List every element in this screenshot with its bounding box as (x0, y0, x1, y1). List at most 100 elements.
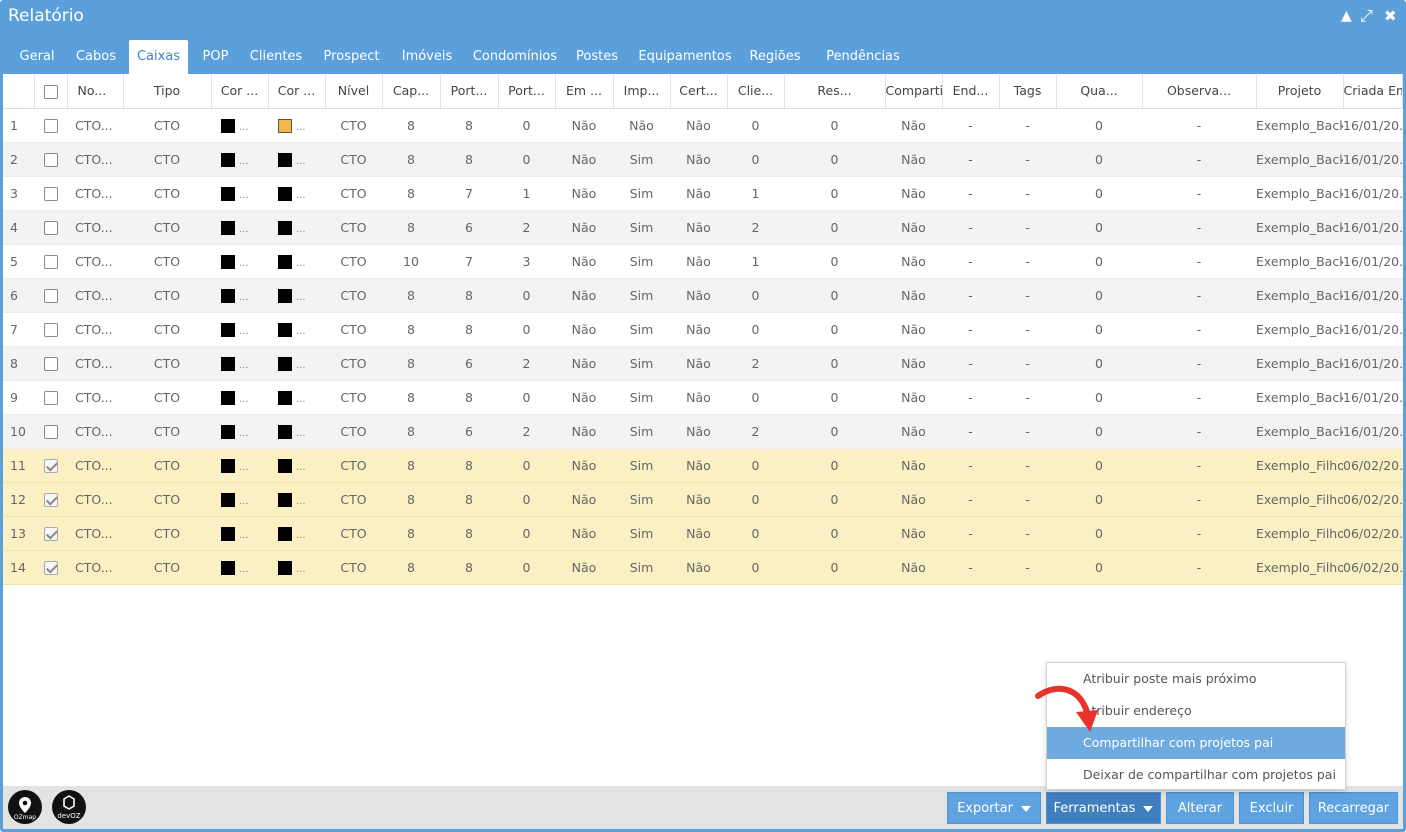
table-row[interactable]: 3 CTO... CTO...... CTO 8 7 1 Não Sim Não 1 0 Não - -0-… (3, 176, 1403, 211)
table-row[interactable]: 6 CTO... CTO...... CTO 8 8 0 Não Sim Não 0 0 Não - -0-… (3, 278, 1403, 313)
table-row[interactable]: 4 CTO... CTO...... CTO 8 6 2 Não Sim Não 2 0 Não - -0-… (3, 210, 1403, 245)
column-header[interactable]: Observa... (1142, 74, 1257, 109)
menu-item[interactable]: Deixar de compartilhar com projetos pai (1047, 759, 1345, 791)
row-select-cell[interactable] (34, 176, 67, 211)
cell-p1: 8 (440, 142, 498, 177)
row-checkbox[interactable] (43, 424, 58, 439)
tab-geral[interactable]: Geral (10, 40, 64, 74)
cell-p2: 0 (498, 278, 555, 313)
row-select-cell[interactable] (34, 516, 67, 551)
row-checkbox[interactable] (43, 288, 58, 303)
tab-imoveis[interactable]: Imóveis (393, 40, 461, 74)
row-select-cell[interactable] (34, 482, 67, 517)
color-name-truncated: ... (296, 427, 306, 439)
header-select-all[interactable] (34, 74, 68, 109)
column-header[interactable]: Cap... (382, 74, 441, 109)
cell-cli: 2 (727, 210, 784, 245)
table-row[interactable]: 1 CTO... CTO...... CTO 8 8 0 Não Não Não 0 0 Não - -0-… (3, 108, 1403, 143)
cell-qua: 0 (1056, 278, 1142, 313)
recarregar-button[interactable]: Recarregar (1309, 792, 1398, 824)
color-name-truncated: ... (296, 155, 306, 167)
table-row[interactable]: 11 CTO... CTO...... CTO 8 8 0 Não Sim Não 0 0 Não - -0… (3, 448, 1403, 483)
table-row[interactable]: 8 CTO... CTO...... CTO 8 6 2 Não Sim Não 2 0 Não - -0-… (3, 346, 1403, 381)
row-checkbox[interactable] (43, 152, 58, 167)
row-checkbox[interactable] (43, 186, 58, 201)
cell-tags: - (999, 210, 1056, 245)
column-header[interactable]: Tags (999, 74, 1057, 109)
tab-pendencias[interactable]: Pendências (816, 40, 910, 74)
exportar-button[interactable]: Exportar (947, 792, 1041, 824)
tab-prospect[interactable]: Prospect (315, 40, 388, 74)
cell-proj: Exemplo_Back... (1256, 380, 1343, 415)
table-row[interactable]: 5 CTO... CTO...... CTO 10 7 3 Não Sim Não 1 0 Não - -0… (3, 244, 1403, 279)
row-select-cell[interactable] (34, 346, 67, 381)
cell-tags: - (999, 550, 1056, 585)
color-name-truncated: ... (239, 563, 249, 575)
table-row[interactable]: 14 CTO... CTO...... CTO 8 8 0 Não Sim Não 0 0 Não - -0… (3, 550, 1403, 585)
ferramentas-button[interactable]: Ferramentas (1046, 792, 1161, 824)
row-checkbox[interactable] (43, 220, 58, 235)
collapse-icon[interactable]: ▲ (1341, 8, 1352, 24)
column-header[interactable]: No... (67, 74, 124, 109)
table-row[interactable]: 10 CTO... CTO...... CTO 8 6 2 Não Sim Não 2 0 Não - -0… (3, 414, 1403, 449)
tab-postes[interactable]: Postes (569, 40, 625, 74)
column-header[interactable]: Port... (498, 74, 556, 109)
row-checkbox[interactable] (43, 322, 58, 337)
row-checkbox[interactable] (43, 492, 58, 507)
column-header[interactable]: Cor ... (211, 74, 269, 109)
cell-qua: 0 (1056, 550, 1142, 585)
row-select-cell[interactable] (34, 550, 67, 585)
column-header[interactable]: Tipo (123, 74, 212, 109)
column-header[interactable]: Cert... (670, 74, 728, 109)
column-header[interactable]: Res... (784, 74, 886, 109)
row-select-cell[interactable] (34, 210, 67, 245)
row-select-cell[interactable] (34, 108, 67, 143)
excluir-button[interactable]: Excluir (1239, 792, 1304, 824)
row-checkbox[interactable] (43, 254, 58, 269)
column-header[interactable]: Nível (325, 74, 383, 109)
tab-equipamentos[interactable]: Equipamentos (632, 40, 738, 74)
tab-pop[interactable]: POP (193, 40, 238, 74)
row-select-cell[interactable] (34, 278, 67, 313)
row-checkbox[interactable] (43, 526, 58, 541)
color-name-truncated: ... (296, 393, 306, 405)
tab-regioes[interactable]: Regiões (745, 40, 805, 74)
tab-clientes[interactable]: Clientes (241, 40, 311, 74)
close-icon[interactable]: ✖ (1384, 8, 1397, 24)
row-select-cell[interactable] (34, 312, 67, 347)
row-select-cell[interactable] (34, 414, 67, 449)
table-row[interactable]: 13 CTO... CTO...... CTO 8 8 0 Não Sim Não 0 0 Não - -0… (3, 516, 1403, 551)
row-select-cell[interactable] (34, 448, 67, 483)
row-select-cell[interactable] (34, 380, 67, 415)
column-header[interactable]: Criada Em (1343, 74, 1403, 109)
row-checkbox[interactable] (43, 560, 58, 575)
alterar-button[interactable]: Alterar (1166, 792, 1234, 824)
row-select-cell[interactable] (34, 244, 67, 279)
column-header[interactable]: Em ... (555, 74, 614, 109)
column-header[interactable]: Compartilh... (885, 74, 943, 109)
table-row[interactable]: 9 CTO... CTO...... CTO 8 8 0 Não Sim Não 0 0 Não - -0-… (3, 380, 1403, 415)
column-header[interactable]: Clie... (727, 74, 785, 109)
cell-tipo: CTO (123, 516, 211, 551)
row-checkbox[interactable] (43, 390, 58, 405)
column-header[interactable]: Port... (440, 74, 499, 109)
column-header[interactable]: Imp... (613, 74, 671, 109)
column-header[interactable]: Projeto (1256, 74, 1344, 109)
table-row[interactable]: 2 CTO... CTO...... CTO 8 8 0 Não Sim Não 0 0 Não - -0-… (3, 142, 1403, 177)
table-row[interactable]: 7 CTO... CTO...... CTO 8 8 0 Não Sim Não 0 0 Não - -0-… (3, 312, 1403, 347)
column-header[interactable]: Cor ... (268, 74, 326, 109)
maximize-icon[interactable]: ⤢ (1360, 8, 1373, 24)
row-checkbox[interactable] (43, 356, 58, 371)
tab-condominios[interactable]: Condomínios (464, 40, 566, 74)
table-row[interactable]: 12 CTO... CTO...... CTO 8 8 0 Não Sim Não 0 0 Não - -0… (3, 482, 1403, 517)
tab-cabos[interactable]: Cabos (67, 40, 125, 74)
cell-comp: Não (885, 244, 942, 279)
row-checkbox[interactable] (43, 458, 58, 473)
select-all-checkbox[interactable] (43, 84, 58, 99)
column-header[interactable]: End... (942, 74, 1000, 109)
column-header[interactable]: Qua... (1056, 74, 1143, 109)
tab-caixas[interactable]: Caixas (129, 40, 188, 74)
row-select-cell[interactable] (34, 142, 67, 177)
row-checkbox[interactable] (43, 118, 58, 133)
cell-em: Não (555, 550, 613, 585)
